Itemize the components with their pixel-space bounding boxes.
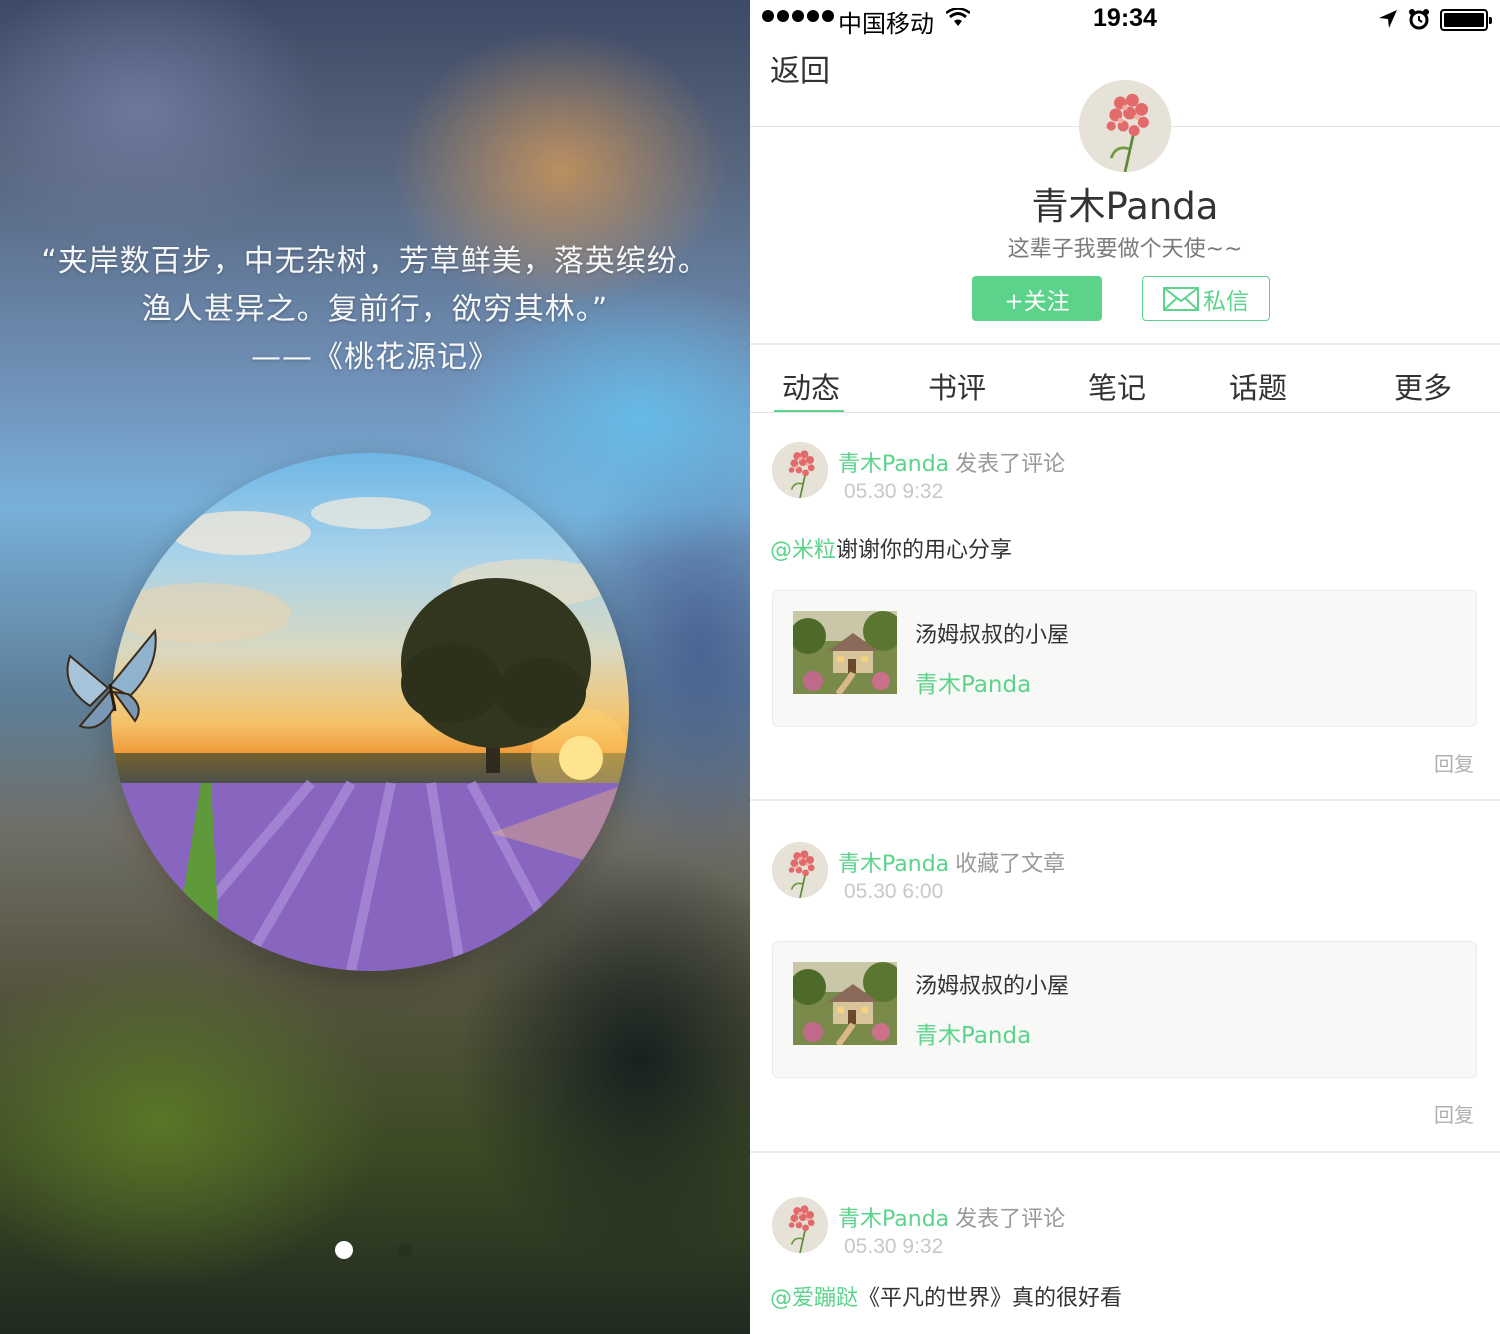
tab-notes[interactable]: 笔记 — [1088, 365, 1146, 407]
private-message-label: 私信 — [1203, 288, 1249, 315]
quote-block: “夹岸数百步，中无杂树，芳草鲜美，落英缤纷。 渔人甚异之。复前行，欲穷其林。” … — [0, 238, 750, 382]
tab-book-reviews[interactable]: 书评 — [928, 365, 986, 407]
comment-text: 谢谢你的用心分享 — [836, 538, 1013, 563]
feed-header: 青木Panda 收藏了文章 — [838, 846, 1065, 878]
feed-timestamp: 05.30 9:32 — [844, 1235, 944, 1258]
butterfly-image — [60, 626, 160, 736]
alarm-icon — [1409, 9, 1429, 30]
article-card[interactable]: 汤姆叔叔的小屋 青木Panda — [772, 941, 1477, 1078]
feed-action: 收藏了文章 — [955, 852, 1066, 877]
private-message-button[interactable]: 私信 — [1142, 276, 1270, 321]
feed-header: 青木Panda 发表了评论 — [838, 1201, 1065, 1233]
feed-comment: @米粒谢谢你的用心分享 — [770, 532, 1012, 564]
article-title: 汤姆叔叔的小屋 — [915, 974, 1070, 999]
location-arrow-icon — [1379, 10, 1397, 28]
feed-action: 发表了评论 — [955, 452, 1066, 477]
feed-username[interactable]: 青木Panda — [838, 452, 949, 477]
follow-button[interactable]: +关注 — [972, 276, 1102, 321]
quote-line-1: “夹岸数百步，中无杂树，芳草鲜美，落英缤纷。 — [41, 244, 709, 279]
tab-more[interactable]: 更多 — [1394, 365, 1452, 407]
feed-timestamp: 05.30 9:32 — [844, 480, 944, 503]
reply-button[interactable]: 回复 — [1434, 1099, 1474, 1128]
feed-divider — [750, 799, 1500, 801]
comment-text: 《平凡的世界》真的很好看 — [858, 1286, 1123, 1311]
mention-link[interactable]: @米粒 — [770, 538, 836, 563]
quote-line-2: 渔人甚异之。复前行，欲穷其林。” — [141, 292, 609, 327]
article-title: 汤姆叔叔的小屋 — [915, 623, 1070, 648]
page-indicator-dot[interactable] — [398, 1243, 412, 1257]
status-bar: 中国移动 19:34 — [750, 0, 1500, 40]
feed-timestamp: 05.30 6:00 — [844, 880, 944, 903]
battery-icon — [1440, 9, 1492, 31]
reply-button[interactable]: 回复 — [1434, 748, 1474, 777]
profile-avatar[interactable] — [1079, 80, 1171, 172]
article-thumbnail — [793, 611, 897, 694]
article-author[interactable]: 青木Panda — [915, 1016, 1031, 1050]
tab-bar-divider — [750, 412, 1500, 413]
feed-avatar[interactable] — [772, 1197, 828, 1253]
feed-avatar[interactable] — [772, 442, 828, 498]
article-card[interactable]: 汤姆叔叔的小屋 青木Panda — [772, 590, 1477, 727]
tab-topics[interactable]: 话题 — [1229, 365, 1287, 407]
feed-username[interactable]: 青木Panda — [838, 852, 949, 877]
landscape-circle-image — [111, 453, 629, 971]
feed-avatar[interactable] — [772, 842, 828, 898]
splash-panel: “夹岸数百步，中无杂树，芳草鲜美，落英缤纷。 渔人甚异之。复前行，欲穷其林。” … — [0, 0, 750, 1334]
envelope-icon — [1163, 286, 1199, 311]
mention-link[interactable]: @爱蹦跶 — [770, 1286, 858, 1311]
profile-screen: 中国移动 19:34 返回 青木Panda 这辈子我要做个天使~~ +关注 私信 — [750, 0, 1500, 1334]
feed-divider — [750, 1151, 1500, 1153]
back-button[interactable]: 返回 — [770, 46, 830, 90]
feed-action: 发表了评论 — [955, 1207, 1066, 1232]
feed-username[interactable]: 青木Panda — [838, 1207, 949, 1232]
profile-bio: 这辈子我要做个天使~~ — [1007, 237, 1243, 262]
profile-username: 青木Panda — [1031, 185, 1219, 228]
page-indicator-active-dot[interactable] — [335, 1241, 353, 1259]
quote-source: ——《桃花源记》 — [251, 340, 499, 375]
feed-comment: @爱蹦跶《平凡的世界》真的很好看 — [770, 1280, 1122, 1312]
article-author[interactable]: 青木Panda — [915, 665, 1031, 699]
feed-header: 青木Panda 发表了评论 — [838, 446, 1065, 478]
tab-activity[interactable]: 动态 — [782, 365, 840, 407]
article-thumbnail — [793, 962, 897, 1045]
tab-bar: 动态 书评 笔记 话题 更多 — [750, 345, 1500, 413]
